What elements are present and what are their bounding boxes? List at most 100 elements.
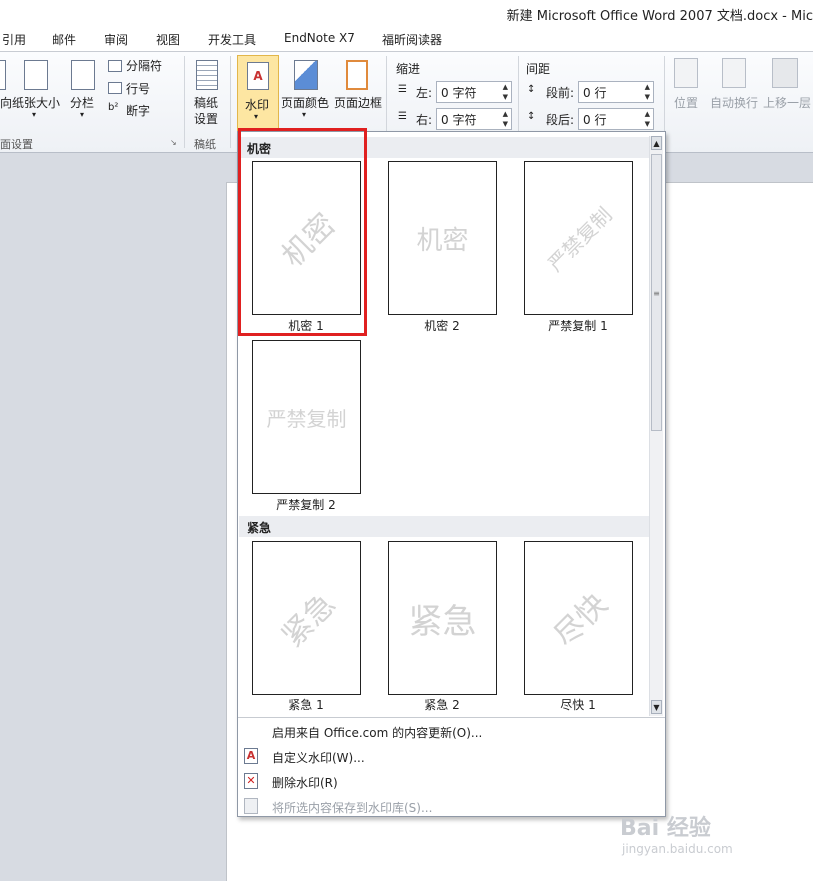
position-icon[interactable] (674, 58, 698, 88)
indent-left-icon: ☰ (398, 84, 407, 95)
watermark-caption[interactable]: 严禁复制 1 (510, 317, 646, 334)
menu-divider (238, 717, 665, 718)
indent-right-value: 0 字符 (441, 113, 477, 127)
columns-icon[interactable] (71, 60, 95, 90)
watermark-preview-text: 紧急 (408, 601, 477, 642)
position-button[interactable]: 位置 (674, 94, 698, 111)
stepper-arrows-icon[interactable]: ▲ ▼ (503, 82, 508, 102)
watermark-button-label: 水印 (245, 98, 270, 112)
save-watermark-icon (244, 798, 258, 814)
watermark-thumbnail[interactable]: 严禁复制 (252, 340, 361, 494)
bring-forward-icon[interactable] (772, 58, 798, 88)
tab-developer[interactable]: 开发工具 (208, 31, 256, 48)
spacing-after-label: 段后: (546, 113, 575, 127)
spacing-before-stepper[interactable]: 0 行 ▲ ▼ (578, 81, 654, 103)
spacing-after-icon: ↕ (527, 111, 536, 122)
watermark-preview-text: 尽快 (547, 586, 615, 655)
page-color-button[interactable]: 页面颜色 (281, 94, 329, 111)
scroll-up-icon[interactable]: ▲ (651, 136, 662, 150)
group-separator (230, 56, 231, 148)
bring-forward-button[interactable]: 上移一层 (763, 94, 811, 111)
line-numbers-button[interactable]: 行号 (126, 80, 150, 97)
paper-size-icon[interactable] (24, 60, 48, 90)
spacing-before-label: 段前: (546, 86, 575, 100)
watermark-button[interactable]: A 水印 ▾ (237, 55, 279, 131)
page-color-icon[interactable] (294, 60, 318, 90)
menu-item-office-updates[interactable]: 启用来自 Office.com 的内容更新(O)... (238, 719, 665, 744)
indent-right-icon: ☰ (398, 111, 407, 122)
stepper-arrows-icon[interactable]: ▲ ▼ (503, 109, 508, 129)
baidu-jingyan-url: jingyan.baidu.com (622, 842, 733, 856)
highlight-box (238, 128, 367, 336)
page-setup-dialog-launcher-icon[interactable]: ↘ (170, 138, 177, 147)
watermark-thumbnail[interactable]: 紧急 (388, 541, 497, 695)
tab-references[interactable]: 引用 (2, 31, 26, 48)
watermark-preview-text: 紧急 (275, 586, 343, 655)
page-borders-button[interactable]: 页面边框 (334, 94, 382, 111)
watermark-thumbnail[interactable]: 紧急 (252, 541, 361, 695)
page-setup-group-label: 面设置 (0, 138, 33, 151)
ribbon-tab-bar: 引用 邮件 审阅 视图 开发工具 EndNote X7 福昕阅读器 (0, 26, 813, 52)
watermark-thumbnail[interactable]: 尽快 (524, 541, 633, 695)
tab-endnote[interactable]: EndNote X7 (284, 31, 355, 45)
manuscript-icon[interactable] (196, 60, 218, 90)
watermark-caption[interactable]: 紧急 1 (238, 696, 374, 713)
watermark-caption[interactable]: 紧急 2 (374, 696, 510, 713)
remove-watermark-icon: ✕ (244, 773, 258, 789)
stepper-arrows-icon[interactable]: ▲ ▼ (645, 82, 650, 102)
scroll-down-icon[interactable]: ▼ (651, 700, 662, 714)
menu-item-save-to-gallery: 将所选内容保存到水印库(S)... (238, 794, 665, 819)
group-separator (184, 56, 185, 148)
breaks-icon (108, 60, 122, 72)
spacing-after-value: 0 行 (583, 113, 607, 127)
watermark-caption[interactable]: 尽快 1 (510, 696, 646, 713)
indent-left-label: 左: (416, 86, 433, 100)
window-title: 新建 Microsoft Office Word 2007 文档.docx - … (506, 9, 813, 24)
watermark-icon: A (247, 62, 269, 90)
indent-right-label: 右: (416, 113, 433, 127)
manuscript-button-line1[interactable]: 稿纸 (194, 94, 218, 111)
tab-foxit-reader[interactable]: 福昕阅读器 (382, 31, 442, 48)
baidu-jingyan-logo: Bai 经验 (620, 816, 711, 841)
watermark-preview-text: 严禁复制 (542, 202, 617, 276)
margins-button[interactable]: 向 (0, 94, 12, 111)
hyphenation-icon: b² (108, 102, 119, 113)
hyphenation-button[interactable]: 断字 (126, 102, 150, 119)
tab-mailings[interactable]: 邮件 (52, 31, 76, 48)
indent-left-value: 0 字符 (441, 86, 477, 100)
manuscript-group-label: 稿纸 (194, 138, 216, 151)
tab-view[interactable]: 视图 (156, 31, 180, 48)
watermark-caption[interactable]: 严禁复制 2 (238, 496, 374, 513)
menu-item-label: 删除水印(R) (272, 776, 338, 790)
page-color-dropdown-icon[interactable]: ▾ (302, 110, 306, 119)
watermark-preview-text: 严禁复制 (266, 406, 347, 431)
title-bar: 新建 Microsoft Office Word 2007 文档.docx - … (0, 0, 813, 26)
margins-icon[interactable] (0, 60, 6, 90)
spacing-before-value: 0 行 (583, 86, 607, 100)
menu-item-remove-watermark[interactable]: ✕ 删除水印(R) (238, 769, 665, 794)
columns-button[interactable]: 分栏 (70, 94, 94, 111)
indent-right-stepper[interactable]: 0 字符 ▲ ▼ (436, 108, 512, 130)
menu-item-label: 启用来自 Office.com 的内容更新(O)... (272, 726, 483, 740)
paper-size-dropdown-icon[interactable]: ▾ (32, 110, 36, 119)
paper-size-button[interactable]: 纸张大小 (12, 94, 60, 111)
watermark-thumbnail[interactable]: 严禁复制 (524, 161, 633, 315)
indent-title: 缩进 (396, 62, 421, 76)
manuscript-button-line2[interactable]: 设置 (194, 110, 218, 127)
page-borders-icon[interactable] (346, 60, 368, 90)
wrap-text-button[interactable]: 自动换行 (710, 94, 758, 111)
watermark-dropdown-icon: ▾ (254, 112, 259, 121)
columns-dropdown-icon[interactable]: ▾ (80, 110, 84, 119)
spacing-before-icon: ↕ (527, 84, 536, 95)
scrollbar-thumb[interactable]: ≡ (651, 154, 662, 431)
tab-review[interactable]: 审阅 (104, 31, 128, 48)
watermark-caption[interactable]: 机密 2 (374, 317, 510, 334)
breaks-button[interactable]: 分隔符 (126, 57, 162, 74)
watermark-thumbnail[interactable]: 机密 (388, 161, 497, 315)
indent-left-stepper[interactable]: 0 字符 ▲ ▼ (436, 81, 512, 103)
wrap-text-icon[interactable] (722, 58, 746, 88)
menu-item-custom-watermark[interactable]: A 自定义水印(W)... (238, 744, 665, 769)
gallery-scrollbar[interactable]: ▲ ≡ ▼ (649, 136, 663, 716)
stepper-arrows-icon[interactable]: ▲ ▼ (645, 109, 650, 129)
spacing-after-stepper[interactable]: 0 行 ▲ ▼ (578, 108, 654, 130)
